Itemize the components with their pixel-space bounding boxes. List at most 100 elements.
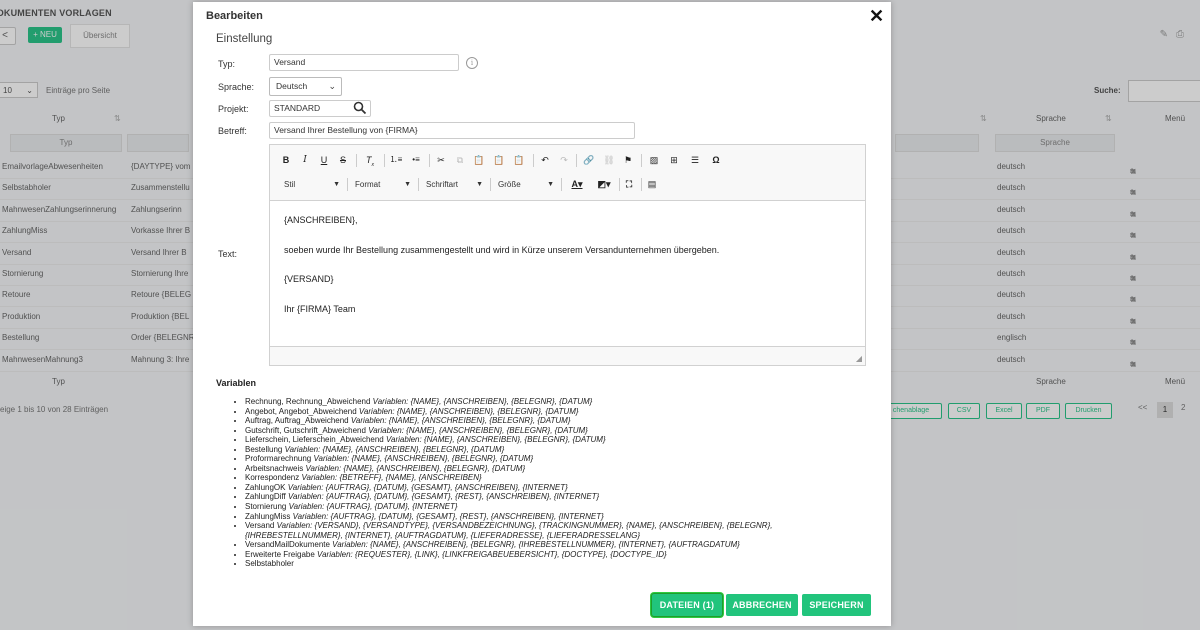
editor-paragraph: {VERSAND}	[284, 274, 334, 284]
variable-name: Korrespondenz	[245, 473, 300, 483]
variable-placeholders: Variablen: {BETREFF}, {NAME}, {ANSCHREIB…	[301, 473, 482, 483]
variable-placeholders: Variablen: {VERSAND}, {VERSANDTYPE}, {VE…	[245, 521, 773, 540]
paste-text-icon[interactable]: 📋	[493, 153, 505, 167]
variable-placeholders: Variablen: {NAME}, {ANSCHREIBEN}, {BELEG…	[350, 416, 571, 426]
toolbar-separator	[347, 178, 348, 191]
variable-placeholders: Variablen: {REQUESTER}, {LINK}, {LINKFRE…	[317, 549, 667, 559]
projekt-label: Projekt:	[218, 104, 249, 114]
text-color-icon[interactable]: A▾	[567, 177, 587, 191]
toolbar-separator	[490, 178, 491, 191]
sprache-label: Sprache:	[218, 82, 255, 92]
variable-name: Rechnung, Rechnung_Abweichend	[245, 397, 371, 406]
toolbar-separator	[418, 178, 419, 191]
font-combo[interactable]: Schriftart ▼	[426, 177, 483, 192]
bold-icon[interactable]: B	[280, 153, 292, 167]
undo-icon[interactable]: ↶	[539, 153, 551, 167]
editor-paragraph: soeben wurde Ihr Bestellung zusammengest…	[284, 244, 720, 255]
maximize-icon[interactable]: ⛶	[622, 177, 636, 191]
variable-placeholders: Variablen: {AUFTRAG}, {DATUM}, {GESAMT},…	[287, 482, 568, 492]
variable-name: Erweiterte Freigabe	[245, 549, 315, 559]
special-char-icon[interactable]: Ω	[709, 153, 723, 167]
paste-word-icon[interactable]: 📋	[513, 153, 525, 167]
variable-name: Lieferschein, Lieferschein_Abweichend	[245, 435, 384, 445]
variable-placeholders: Variablen: {NAME}, {ANSCHREIBEN}, {BELEG…	[313, 454, 534, 464]
italic-icon[interactable]: I	[299, 153, 311, 167]
horizontal-rule-icon[interactable]: ☰	[688, 153, 702, 167]
variable-name: Gutschrift, Gutschrift_Abweichend	[245, 425, 366, 435]
variable-item: Selbstabholer	[245, 559, 845, 569]
bullet-list-icon[interactable]: •≡	[409, 153, 423, 167]
link-icon[interactable]: 🔗	[582, 153, 596, 167]
variable-item: ZahlungMiss Variablen: {AUFTRAG}, {DATUM…	[245, 512, 845, 522]
editor-paragraph: {ANSCHREIBEN},	[284, 215, 358, 225]
variable-item: Lieferschein, Lieferschein_Abweichend Va…	[245, 435, 845, 445]
variable-name: Bestellung	[245, 444, 283, 454]
variable-item: ZahlungOK Variablen: {AUFTRAG}, {DATUM},…	[245, 483, 845, 493]
dropdown-arrow-icon: ▼	[476, 181, 483, 188]
betreff-label: Betreff:	[218, 126, 247, 136]
source-icon[interactable]: ▤	[645, 177, 659, 191]
editor-content[interactable]: {ANSCHREIBEN}, soeben wurde Ihr Bestellun…	[284, 215, 854, 333]
sprache-select[interactable]: Deutsch ⌄	[269, 77, 342, 96]
image-icon[interactable]: ▨	[647, 153, 661, 167]
variable-item: Rechnung, Rechnung_Abweichend Variablen:…	[245, 397, 845, 407]
rich-text-editor: B I U S Tx ⒈≡ •≡ ✂ ⧉ 📋 📋 📋 ↶ ↷ 🔗 ⛓ ⚑ ▨ ⊞	[269, 144, 866, 366]
toolbar-separator	[356, 154, 357, 167]
resize-handle-icon[interactable]: ◢	[856, 354, 862, 363]
variable-item: Arbeitsnachweis Variablen: {NAME}, {ANSC…	[245, 464, 845, 474]
variable-name: VersandMailDokumente	[245, 540, 330, 550]
variable-item: VersandMailDokumente Variablen: {NAME}, …	[245, 540, 845, 550]
format-combo[interactable]: Format ▼	[355, 177, 411, 192]
toolbar-separator	[561, 178, 562, 191]
variable-item: Versand Variablen: {VERSAND}, {VERSANDTY…	[245, 521, 845, 540]
save-button[interactable]: SPEICHERN	[802, 594, 871, 616]
editor-paragraph: Ihr {FIRMA} Team	[284, 303, 356, 314]
strikethrough-icon[interactable]: S	[337, 153, 349, 167]
variable-item: Erweiterte Freigabe Variablen: {REQUESTE…	[245, 550, 845, 560]
dropdown-arrow-icon: ▼	[547, 181, 554, 188]
unlink-icon[interactable]: ⛓	[602, 153, 616, 167]
variable-item: Proformarechnung Variablen: {NAME}, {ANS…	[245, 454, 845, 464]
variable-placeholders: Variablen: {NAME}, {ANSCHREIBEN}, {BELEG…	[332, 540, 740, 550]
variable-item: Auftrag, Auftrag_Abweichend Variablen: {…	[245, 416, 845, 426]
variable-placeholders: Variablen: {NAME}, {ANSCHREIBEN}, {BELEG…	[305, 463, 526, 473]
text-label: Text:	[218, 249, 238, 259]
variable-name: Arbeitsnachweis	[245, 463, 304, 473]
files-button[interactable]: DATEIEN (1)	[651, 593, 723, 617]
typ-input[interactable]: Versand	[269, 54, 459, 71]
numbered-list-icon[interactable]: ⒈≡	[389, 153, 403, 167]
info-icon[interactable]: i	[466, 57, 478, 69]
cut-icon[interactable]: ✂	[435, 153, 447, 167]
underline-icon[interactable]: U	[318, 153, 330, 167]
table-icon[interactable]: ⊞	[667, 153, 681, 167]
typ-label: Typ:	[218, 59, 236, 69]
betreff-input[interactable]: Versand Ihrer Bestellung von {FIRMA}	[269, 122, 635, 139]
variable-name: Proformarechnung	[245, 454, 312, 464]
close-icon[interactable]: ✕	[869, 6, 884, 26]
background-color-icon[interactable]: ◩▾	[594, 177, 614, 191]
toolbar-separator	[576, 154, 577, 167]
style-combo[interactable]: Stil ▼	[284, 177, 340, 192]
variable-item: Stornierung Variablen: {AUFTRAG}, {DATUM…	[245, 502, 845, 512]
search-icon[interactable]	[353, 101, 367, 115]
variable-name: ZahlungDiff	[245, 492, 286, 502]
anchor-flag-icon[interactable]: ⚑	[622, 153, 634, 167]
variables-heading: Variablen	[216, 378, 257, 388]
paste-icon[interactable]: 📋	[473, 153, 485, 167]
redo-icon[interactable]: ↷	[558, 153, 570, 167]
variable-placeholders: Variablen: {AUFTRAG}, {DATUM}, {GESAMT},…	[288, 492, 600, 502]
variable-item: Bestellung Variablen: {NAME}, {ANSCHREIB…	[245, 445, 845, 455]
variable-placeholders: Variablen: {AUFTRAG}, {DATUM}, {INTERNET…	[288, 502, 458, 512]
editor-toolbar: B I U S Tx ⒈≡ •≡ ✂ ⧉ 📋 📋 📋 ↶ ↷ 🔗 ⛓ ⚑ ▨ ⊞	[270, 145, 865, 201]
editor-statusbar: ◢	[270, 346, 865, 365]
cancel-button[interactable]: ABBRECHEN	[726, 594, 798, 616]
copy-icon[interactable]: ⧉	[454, 153, 466, 167]
remove-format-icon[interactable]: Tx	[363, 153, 377, 168]
section-title: Einstellung	[216, 33, 273, 45]
variable-placeholders: Variablen: {NAME}, {ANSCHREIBEN}, {BELEG…	[284, 444, 505, 454]
toolbar-separator	[641, 154, 642, 167]
variable-name: Stornierung	[245, 502, 287, 512]
toolbar-separator	[641, 178, 642, 191]
size-combo[interactable]: Größe ▼	[498, 177, 554, 192]
variable-name: Versand	[245, 521, 275, 531]
